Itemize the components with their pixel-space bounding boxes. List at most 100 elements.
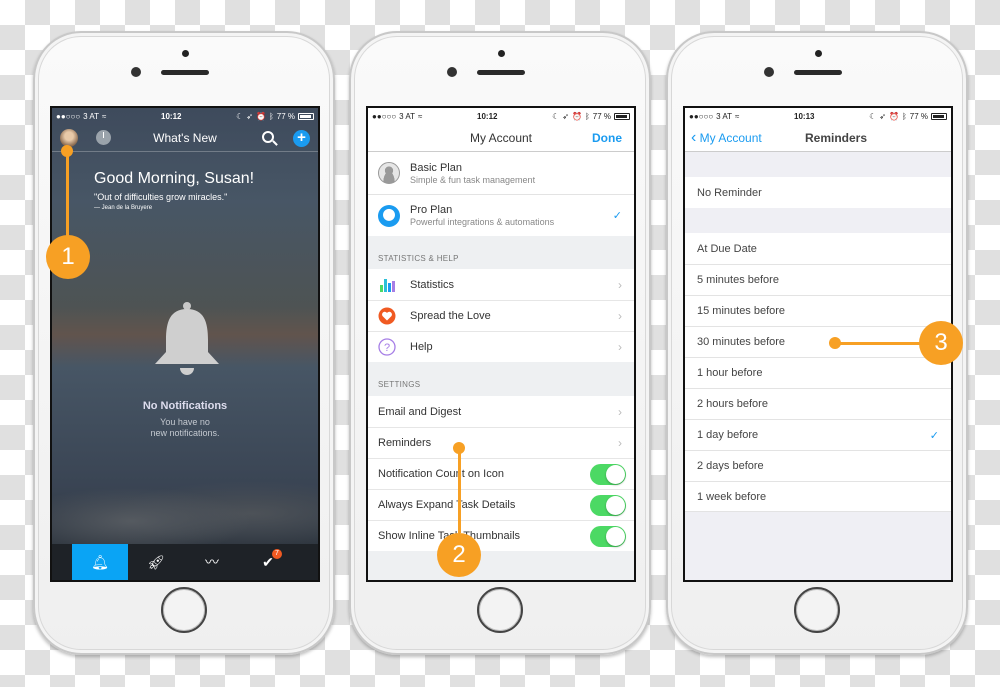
rocket-icon: 🚀︎: [147, 553, 165, 570]
plan-pro[interactable]: Pro Plan Powerful integrations & automat…: [368, 194, 634, 236]
checkmark-icon: ✓: [612, 210, 622, 222]
tab-activity[interactable]: 〰: [184, 544, 240, 580]
alarm-icon: ⏰: [888, 111, 899, 121]
status-bar: ●●○○○ 3 AT ≈ 10:12 ☾ ➶ ⏰ ᛒ 77 %: [52, 108, 318, 124]
battery-icon: [298, 112, 314, 120]
phone-whats-new: ●●○○○ 3 AT ≈ 10:12 ☾ ➶ ⏰ ᛒ 77 % What's New + G…: [33, 31, 335, 655]
bluetooth-icon: ᛒ: [584, 111, 590, 121]
clock: 10:13: [794, 111, 815, 121]
front-camera: [131, 67, 141, 77]
callout-1: 1: [46, 235, 90, 279]
option-1-hour[interactable]: 1 hour before: [685, 357, 951, 388]
option-5-min[interactable]: 5 minutes before: [685, 264, 951, 295]
back-label: My Account: [699, 130, 762, 145]
empty-sub-line: You have no: [160, 417, 210, 427]
expand-details-toggle[interactable]: [590, 495, 626, 516]
option-label: 1 hour before: [697, 367, 763, 379]
carrier: 3 AT: [399, 111, 416, 121]
option-label: 5 minutes before: [697, 274, 779, 286]
option-at-due-date[interactable]: At Due Date: [685, 233, 951, 264]
option-label: 2 days before: [697, 460, 764, 472]
option-label: At Due Date: [697, 242, 757, 255]
add-button[interactable]: +: [293, 130, 310, 147]
row-notification-count: Notification Count on Icon: [368, 458, 634, 489]
row-label: Spread the Love: [410, 310, 491, 322]
plan-name: Pro Plan: [410, 204, 453, 216]
option-15-min[interactable]: 15 minutes before: [685, 295, 951, 326]
row-reminders[interactable]: Reminders ›: [368, 427, 634, 458]
chevron-right-icon: ›: [618, 436, 622, 450]
tab-rocket[interactable]: 🚀︎: [128, 544, 184, 580]
signal-icon: ●●○○○: [56, 111, 81, 121]
chevron-right-icon: ›: [618, 277, 622, 292]
stopwatch-icon[interactable]: [96, 130, 111, 145]
row-spread-the-love[interactable]: Spread the Love ›: [368, 300, 634, 331]
front-camera: [447, 67, 457, 77]
earpiece-speaker: [794, 70, 842, 75]
activity-chart-icon: 〰: [205, 554, 219, 570]
wifi-icon: ≈: [418, 111, 423, 121]
option-label: 1 week before: [697, 490, 767, 503]
wifi-icon: ≈: [735, 111, 740, 121]
moon-icon: ☾: [236, 111, 244, 121]
wifi-icon: ≈: [102, 111, 107, 121]
help-question-icon: ?: [378, 338, 396, 356]
moon-icon: ☾: [552, 111, 560, 121]
done-button[interactable]: Done: [592, 131, 622, 145]
clock: 10:12: [161, 111, 182, 121]
search-icon[interactable]: [262, 131, 274, 143]
option-no-reminder[interactable]: No Reminder: [685, 177, 951, 208]
alarm-icon: ⏰: [571, 111, 582, 121]
tab-bar: 🔔︎ 🚀︎ 〰 ✔ 7: [52, 544, 318, 580]
task-count-badge: 7: [272, 549, 282, 559]
bell-icon: [155, 302, 219, 375]
battery-percent: 77 %: [592, 111, 611, 121]
section-spacer: [368, 551, 634, 580]
signal-icon: ●●○○○: [372, 111, 397, 121]
chevron-left-icon: ‹: [691, 128, 697, 146]
sensor: [498, 50, 505, 57]
inline-thumbnails-toggle[interactable]: [590, 526, 626, 547]
earpiece-speaker: [161, 70, 209, 75]
row-help[interactable]: ? Help ›: [368, 331, 634, 362]
option-1-week[interactable]: 1 week before: [685, 481, 951, 512]
battery-percent: 77 %: [909, 111, 928, 121]
notification-count-toggle[interactable]: [590, 464, 626, 485]
signal-icon: ●●○○○: [689, 111, 714, 121]
heart-icon: [378, 307, 396, 325]
row-inline-thumbnails: Show Inline Task Thumbnails: [368, 520, 634, 551]
sensor: [182, 50, 189, 57]
back-button[interactable]: ‹ My Account: [691, 129, 762, 147]
clock: 10:12: [477, 111, 498, 121]
callout-1-anchor: [61, 145, 73, 157]
home-button[interactable]: [161, 587, 207, 633]
empty-state-subtitle: You have no new notifications.: [52, 417, 318, 439]
callout-1-line: [66, 150, 69, 240]
front-camera: [764, 67, 774, 77]
plan-basic[interactable]: Basic Plan Simple & fun task management: [368, 152, 634, 194]
row-statistics[interactable]: Statistics ›: [368, 269, 634, 300]
option-label: No Reminder: [697, 186, 762, 199]
empty-state-title: No Notifications: [142, 400, 228, 412]
row-email-digest[interactable]: Email and Digest ›: [368, 396, 634, 427]
option-2-days[interactable]: 2 days before: [685, 450, 951, 481]
plan-description: Powerful integrations & automations: [410, 217, 555, 227]
user-placeholder-icon: [378, 162, 400, 184]
checkmark-icon: ✓: [929, 429, 939, 442]
home-button[interactable]: [477, 587, 523, 633]
greeting-block: Good Morning, Susan! "Out of difficultie…: [52, 152, 318, 211]
bluetooth-icon: ᛒ: [901, 111, 907, 121]
home-button[interactable]: [794, 587, 840, 633]
alarm-icon: ⏰: [255, 111, 266, 121]
option-1-day[interactable]: 1 day before ✓: [685, 419, 951, 450]
row-label: Notification Count on Icon: [378, 468, 504, 480]
callout-2-anchor: [453, 442, 465, 454]
svg-text:?: ?: [384, 342, 390, 354]
chevron-right-icon: ›: [618, 309, 622, 323]
avatar[interactable]: [60, 128, 78, 147]
tab-tasks[interactable]: ✔ 7: [240, 544, 296, 580]
option-2-hours[interactable]: 2 hours before: [685, 388, 951, 419]
tab-notifications[interactable]: 🔔︎: [72, 544, 128, 580]
row-label: Email and Digest: [378, 405, 462, 418]
option-label: 1 day before: [697, 429, 759, 441]
